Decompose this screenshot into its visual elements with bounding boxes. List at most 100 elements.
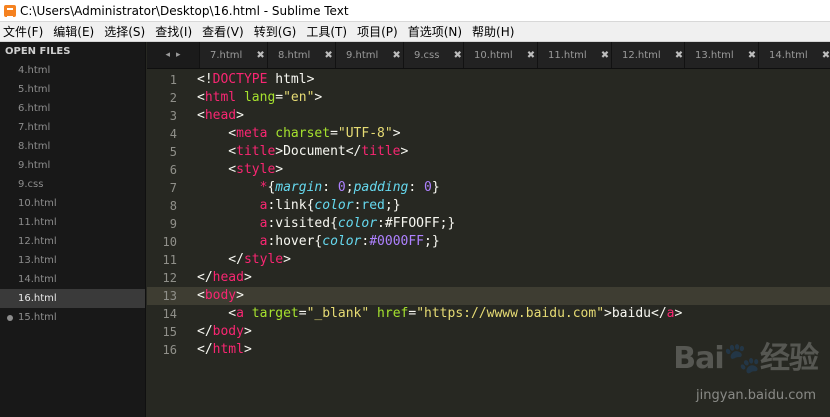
code-text: <body> — [197, 288, 244, 303]
tab-12-html[interactable]: 12.html ✖ — [611, 42, 684, 68]
sidebar-file-15-html[interactable]: 15.html — [0, 308, 145, 327]
tab-scroll-left-icon[interactable]: ◂ — [165, 50, 170, 60]
code-text: a:hover{color:#0000FF;} — [259, 234, 440, 249]
code-line: 15 </body> — [147, 323, 682, 341]
line-number: 9 — [169, 217, 177, 231]
code-text: <style> — [197, 162, 284, 177]
line-number: 10 — [162, 235, 177, 249]
sidebar-file-8-html[interactable]: 8.html — [0, 137, 145, 156]
tab-scroll-right-icon[interactable]: ▸ — [176, 50, 181, 60]
code-text: a:visited{color:#FFOOFF;} — [259, 216, 456, 231]
file-label: 8.html — [18, 141, 51, 152]
code-text: </head> — [197, 270, 252, 285]
menu-goto[interactable]: 转到(G) — [250, 22, 301, 42]
sidebar-file-4-html[interactable]: 4.html — [0, 61, 145, 80]
file-label: 9.html — [18, 160, 51, 171]
close-icon[interactable]: ✖ — [527, 50, 535, 61]
window-title: C:\Users\Administrator\Desktop\16.html -… — [20, 3, 349, 18]
open-files-header: OPEN FILES — [5, 46, 71, 57]
code-line: 3 <head> — [147, 107, 682, 125]
close-icon[interactable]: ✖ — [601, 50, 609, 61]
sidebar-file-9-css[interactable]: 9.css — [0, 175, 145, 194]
tab-8-html[interactable]: 8.html ✖ — [267, 42, 335, 68]
tab-7-html[interactable]: 7.html ✖ — [199, 42, 267, 68]
sidebar-file-10-html[interactable]: 10.html — [0, 194, 145, 213]
code-line: 4 <meta charset="UTF-8"> — [147, 125, 682, 143]
menu-project[interactable]: 项目(P) — [353, 22, 402, 42]
sidebar-file-6-html[interactable]: 6.html — [0, 99, 145, 118]
menu-view[interactable]: 查看(V) — [198, 22, 248, 42]
line-number: 14 — [162, 307, 177, 321]
tab-9-html[interactable]: 9.html ✖ — [335, 42, 403, 68]
sublime-text-app-icon — [4, 4, 16, 18]
line-number: 8 — [169, 199, 177, 213]
code-text: <head> — [197, 108, 244, 123]
code-line: 10 a:hover{color:#0000FF;} — [147, 233, 682, 251]
code-editor[interactable]: 1 <!DOCTYPE html> 2 <html lang="en"> 3 <… — [147, 70, 830, 417]
code-text: <meta charset="UTF-8"> — [197, 126, 401, 141]
close-icon[interactable]: ✖ — [748, 50, 756, 61]
menu-find[interactable]: 查找(I) — [151, 22, 196, 42]
menu-file[interactable]: 文件(F) — [0, 22, 47, 42]
tab-10-html[interactable]: 10.html ✖ — [463, 42, 537, 68]
code-text: <html lang="en"> — [197, 90, 323, 105]
code-text: </style> — [197, 252, 291, 267]
code-text: </html> — [197, 342, 252, 357]
code-text: <a target="_blank" href="https://wwww.ba… — [197, 306, 683, 321]
line-number: 3 — [169, 109, 177, 123]
menu-bar: 文件(F) 编辑(E) 选择(S) 查找(I) 查看(V) 转到(G) 工具(T… — [0, 22, 830, 42]
close-icon[interactable]: ✖ — [822, 50, 830, 61]
sidebar-file-16-html-active[interactable]: 16.html — [0, 289, 145, 308]
code-line: 16 </html> — [147, 341, 682, 359]
tab-label: 8.html — [278, 49, 311, 61]
tab-scroll-nav: ◂ ▸ — [147, 42, 199, 68]
sidebar-file-7-html[interactable]: 7.html — [0, 118, 145, 137]
sidebar-file-13-html[interactable]: 13.html — [0, 251, 145, 270]
tab-13-html[interactable]: 13.html ✖ — [684, 42, 758, 68]
close-icon[interactable]: ✖ — [392, 50, 400, 61]
menu-preferences[interactable]: 首选项(N) — [404, 22, 466, 42]
sidebar-file-9-html[interactable]: 9.html — [0, 156, 145, 175]
menu-help[interactable]: 帮助(H) — [468, 22, 518, 42]
code-text: <!DOCTYPE html> — [197, 72, 315, 87]
code-lines: 1 <!DOCTYPE html> 2 <html lang="en"> 3 <… — [147, 71, 683, 359]
code-line: 12 </head> — [147, 269, 682, 287]
code-line: 2 <html lang="en"> — [147, 89, 682, 107]
tab-label: 11.html — [548, 49, 587, 61]
sidebar-file-14-html[interactable]: 14.html — [0, 270, 145, 289]
line-number: 11 — [162, 253, 177, 267]
file-label: 5.html — [18, 84, 51, 95]
sidebar-file-12-html[interactable]: 12.html — [0, 232, 145, 251]
line-number: 13 — [162, 289, 177, 303]
tab-14-html[interactable]: 14.html ✖ — [758, 42, 830, 68]
file-label: 7.html — [18, 122, 51, 133]
close-icon[interactable]: ✖ — [675, 50, 683, 61]
tab-label: 14.html — [769, 49, 808, 61]
code-line: 6 <style> — [147, 161, 682, 179]
code-line-current: 13 <body> — [147, 287, 682, 305]
sidebar-file-5-html[interactable]: 5.html — [0, 80, 145, 99]
close-icon[interactable]: ✖ — [453, 50, 461, 61]
code-text: </body> — [197, 324, 252, 339]
unsaved-dot-icon — [7, 315, 13, 321]
file-label: 12.html — [18, 236, 57, 247]
close-icon[interactable]: ✖ — [256, 50, 264, 61]
code-line: 5 <title>Document</title> — [147, 143, 682, 161]
line-number: 1 — [169, 73, 177, 87]
file-label: 6.html — [18, 103, 51, 114]
line-number: 12 — [162, 271, 177, 285]
line-number: 16 — [162, 343, 177, 357]
code-line: 7 *{margin: 0;padding: 0} — [147, 179, 682, 197]
file-label: 13.html — [18, 255, 57, 266]
menu-edit[interactable]: 编辑(E) — [49, 22, 98, 42]
tab-9-css[interactable]: 9.css ✖ — [403, 42, 463, 68]
close-icon[interactable]: ✖ — [324, 50, 332, 61]
tab-11-html[interactable]: 11.html ✖ — [537, 42, 611, 68]
tab-label: 13.html — [695, 49, 734, 61]
file-label: 14.html — [18, 274, 57, 285]
tab-label: 9.html — [346, 49, 379, 61]
sidebar-file-11-html[interactable]: 11.html — [0, 213, 145, 232]
file-label: 11.html — [18, 217, 57, 228]
menu-selection[interactable]: 选择(S) — [100, 22, 149, 42]
menu-tools[interactable]: 工具(T) — [302, 22, 351, 42]
